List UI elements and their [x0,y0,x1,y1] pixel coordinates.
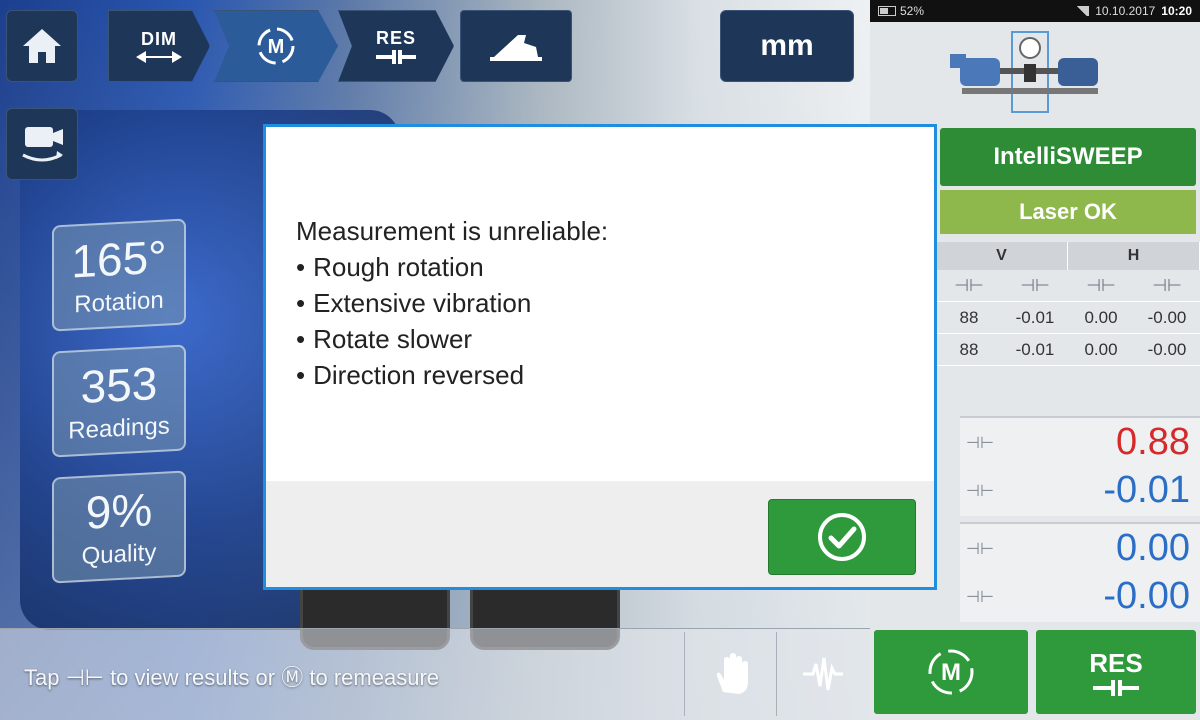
check-circle-icon [818,513,866,561]
ok-button[interactable] [768,499,916,575]
modal-overlay: Measurement is unreliable: • Rough rotati… [0,0,1200,720]
dialog-footer [266,481,934,587]
reason-text: Direction reversed [313,360,525,390]
list-item: • Rotate slower [296,324,473,354]
list-item: • Rough rotation [296,252,484,282]
list-item: • Extensive vibration [296,288,532,318]
reason-text: Rough rotation [313,252,484,282]
list-item: • Direction reversed [296,360,525,390]
reason-text: Rotate slower [313,324,473,354]
reason-list: • Rough rotation • Extensive vibration • Ro… [296,249,934,393]
unreliable-measurement-dialog: Measurement is unreliable: • Rough rotati… [263,124,937,590]
reason-text: Extensive vibration [313,288,532,318]
dialog-title: Measurement is unreliable: [296,216,609,246]
dialog-body: Measurement is unreliable: • Rough rotati… [266,127,934,481]
